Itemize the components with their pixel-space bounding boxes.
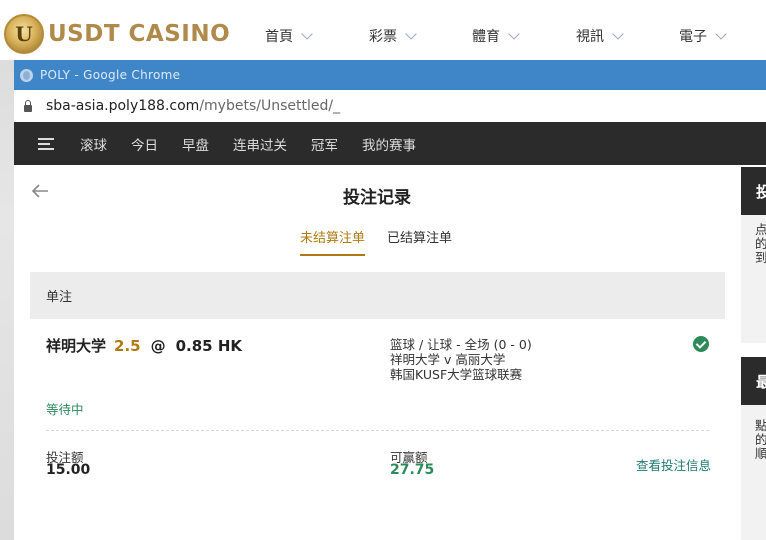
side-panel-header: 最 — [741, 357, 766, 405]
nav-item-live[interactable]: 滚球 — [80, 134, 107, 154]
side-panel-title: 最 — [756, 373, 766, 391]
nav-item-parlay[interactable]: 连串过关 — [233, 134, 287, 154]
bet-history-panel: 投注记录 未结算注单 已结算注单 单注 祥明大学 2.5 @ 0.85 HK 篮… — [14, 165, 740, 540]
chevron-down-icon — [301, 27, 313, 40]
browser-window: POLY - Google Chrome sba-asia.poly188.co… — [14, 60, 766, 540]
side-panel-text: 的 — [755, 236, 766, 251]
site-nav-home[interactable]: 首頁 — [265, 26, 313, 46]
site-nav-label: 首頁 — [265, 29, 293, 45]
chevron-down-icon — [715, 27, 727, 40]
browser-title: POLY - Google Chrome — [40, 68, 181, 82]
selection-handicap: 2.5 — [114, 337, 141, 355]
stake-value: 15.00 — [46, 462, 91, 478]
side-panel-text: 順 — [755, 446, 766, 461]
side-panel-body: 點 的 順 — [741, 405, 766, 540]
site-nav-slots[interactable]: 電子 — [679, 26, 727, 46]
url-path: /mybets/Unsettled/_ — [199, 98, 341, 114]
bet-market: 篮球 / 让球 - 全场 (0 - 0) — [390, 337, 532, 352]
side-panel-text: 点 — [755, 222, 766, 237]
side-panel-header: 投 — [741, 167, 766, 215]
selection-team: 祥明大学 — [46, 337, 107, 355]
view-bet-details-link[interactable]: 查看投注信息 — [636, 455, 711, 474]
menu-icon[interactable] — [38, 137, 54, 150]
url-host: sba-asia.poly188.com — [46, 98, 200, 114]
address-bar[interactable]: sba-asia.poly188.com/mybets/Unsettled/_ — [14, 90, 766, 123]
bet-league: 韩国KUSF大学篮球联赛 — [390, 367, 523, 382]
divider — [46, 430, 709, 431]
tab-settled[interactable]: 已结算注单 — [387, 227, 452, 254]
chevron-down-icon — [508, 27, 520, 40]
chevron-down-icon — [405, 27, 417, 40]
section-header-single: 单注 — [30, 272, 725, 319]
side-panel-text: 的 — [755, 432, 766, 447]
site-nav-label: 體育 — [472, 29, 500, 45]
site-nav-lottery[interactable]: 彩票 — [369, 26, 417, 46]
app-nav-bar: 滚球 今日 早盘 连串过关 冠军 我的赛事 — [14, 122, 766, 165]
site-nav-label: 彩票 — [369, 29, 397, 45]
nav-item-early[interactable]: 早盘 — [182, 134, 209, 154]
bet-status: 等待中 — [46, 402, 84, 417]
site-nav-live[interactable]: 視訊 — [576, 26, 624, 46]
site-header: U USDT CASINO 首頁 彩票 體育 視訊 電子 — [0, 0, 766, 60]
globe-icon — [20, 68, 33, 82]
bet-match: 祥明大学 v 高丽大学 — [390, 352, 506, 367]
check-circle-icon — [693, 336, 709, 352]
selection-odds: 0.85 HK — [175, 337, 243, 355]
browser-title-bar[interactable]: POLY - Google Chrome — [14, 60, 766, 90]
bet-selection: 祥明大学 2.5 @ 0.85 HK — [46, 335, 242, 356]
chevron-down-icon — [612, 27, 624, 40]
selection-at: @ — [150, 337, 166, 355]
bet-card: 祥明大学 2.5 @ 0.85 HK 篮球 / 让球 - 全场 (0 - 0) … — [30, 319, 725, 540]
site-nav-sports[interactable]: 體育 — [472, 26, 520, 46]
side-panel-text: 到 — [755, 250, 766, 265]
nav-item-my-events[interactable]: 我的赛事 — [362, 134, 416, 154]
bet-tabs: 未结算注单 已结算注单 — [14, 227, 740, 257]
page-title: 投注记录 — [343, 188, 411, 208]
side-panel-body: 点 的 到 — [741, 215, 766, 343]
nav-item-today[interactable]: 今日 — [131, 134, 158, 154]
side-panel-title: 投 — [756, 183, 766, 201]
side-panel-text: 點 — [755, 418, 766, 433]
tab-unsettled[interactable]: 未结算注单 — [300, 227, 366, 256]
site-nav: 首頁 彩票 體育 視訊 電子 — [0, 26, 766, 50]
win-value: 27.75 — [390, 462, 435, 478]
site-nav-label: 視訊 — [576, 29, 604, 45]
bet-event-info: 篮球 / 让球 - 全场 (0 - 0) 祥明大学 v 高丽大学 韩国KUSF大… — [390, 337, 532, 382]
lock-icon[interactable] — [24, 99, 32, 112]
site-nav-label: 電子 — [679, 29, 707, 45]
nav-item-outright[interactable]: 冠军 — [311, 134, 338, 154]
